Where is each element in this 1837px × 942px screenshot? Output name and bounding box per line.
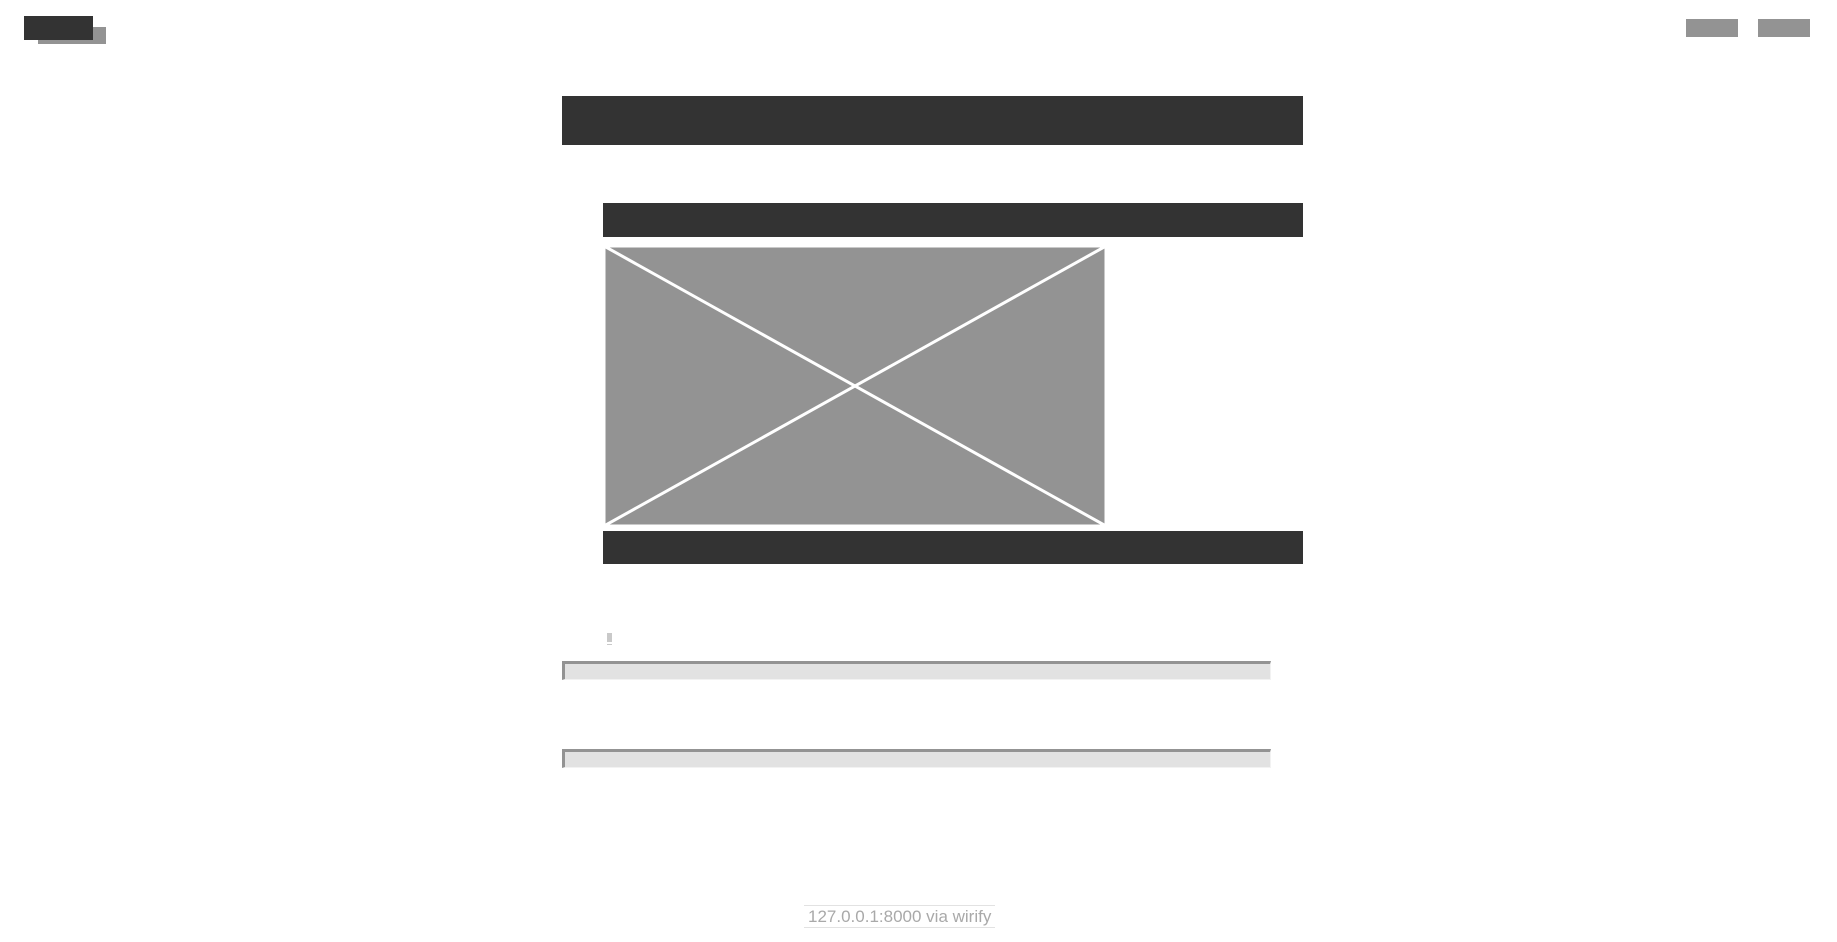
- logo-block: [24, 16, 93, 40]
- image-placeholder-icon: [604, 246, 1106, 526]
- text-field-1[interactable]: [562, 661, 1271, 680]
- page-title-placeholder: [562, 96, 1303, 145]
- nav-item-2[interactable]: [1758, 19, 1810, 37]
- footer-source-link[interactable]: 127.0.0.1:8000 via wirify: [804, 905, 996, 928]
- top-nav: [1686, 19, 1810, 37]
- caption-placeholder: [603, 531, 1303, 564]
- wireframe-page: 127.0.0.1:8000 via wirify: [0, 0, 1837, 942]
- nav-item-1[interactable]: [1686, 19, 1738, 37]
- text-field-2[interactable]: [562, 749, 1271, 768]
- label-placeholder: [607, 633, 612, 645]
- logo[interactable]: [24, 16, 106, 46]
- section-heading-placeholder: [603, 203, 1303, 237]
